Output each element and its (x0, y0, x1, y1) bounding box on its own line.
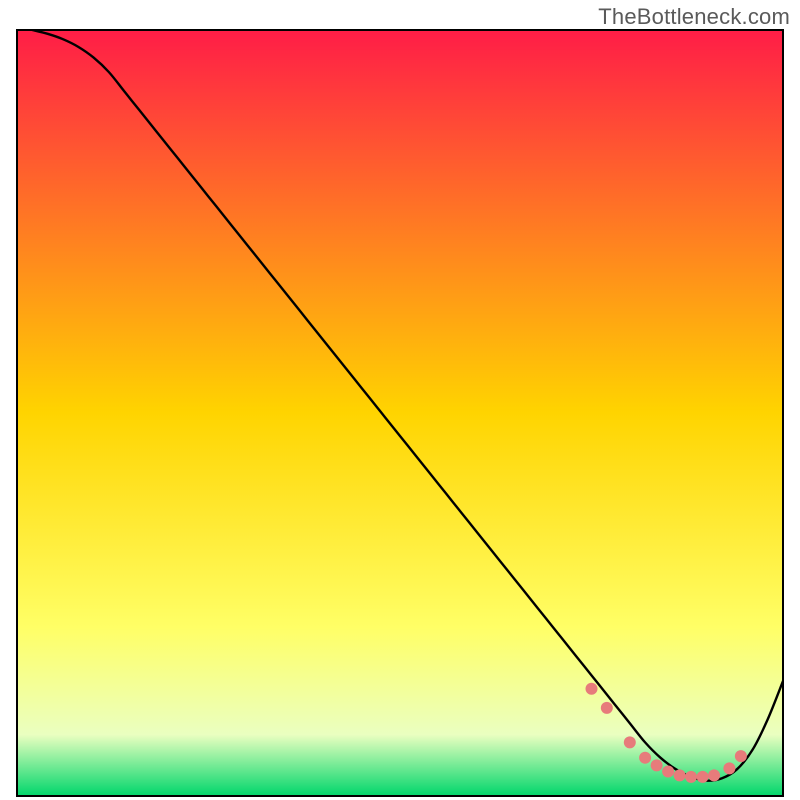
data-marker (601, 702, 613, 714)
gradient-background (17, 30, 783, 796)
data-marker (723, 762, 735, 774)
chart-container: TheBottleneck.com (0, 0, 800, 800)
data-marker (674, 769, 686, 781)
watermark-text: TheBottleneck.com (598, 4, 790, 30)
data-marker (697, 771, 709, 783)
data-marker (685, 771, 697, 783)
data-marker (639, 752, 651, 764)
data-marker (624, 736, 636, 748)
chart-svg (0, 0, 800, 800)
data-marker (586, 683, 598, 695)
data-marker (735, 750, 747, 762)
data-marker (651, 759, 663, 771)
data-marker (708, 769, 720, 781)
data-marker (662, 765, 674, 777)
